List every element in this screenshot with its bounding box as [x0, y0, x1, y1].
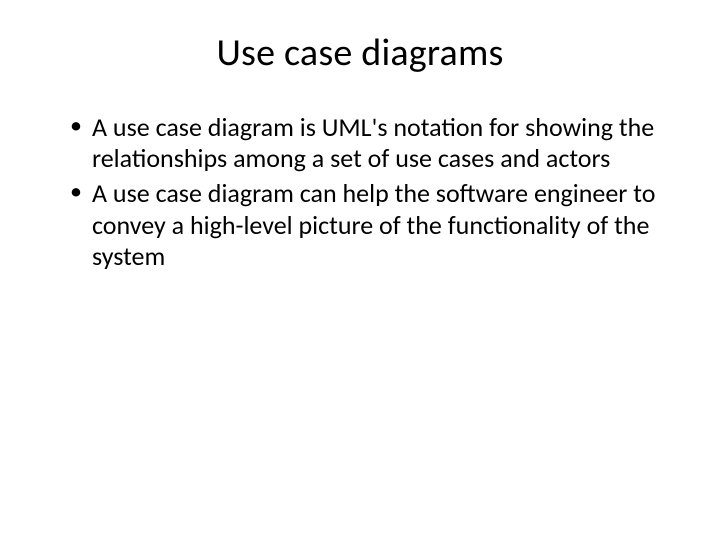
slide: Use case diagrams A use case diagram is … — [0, 0, 720, 540]
bullet-list: A use case diagram is UML's notation for… — [70, 112, 672, 272]
list-item: A use case diagram is UML's notation for… — [70, 112, 672, 174]
list-item: A use case diagram can help the software… — [70, 178, 672, 272]
slide-title: Use case diagrams — [48, 30, 672, 76]
